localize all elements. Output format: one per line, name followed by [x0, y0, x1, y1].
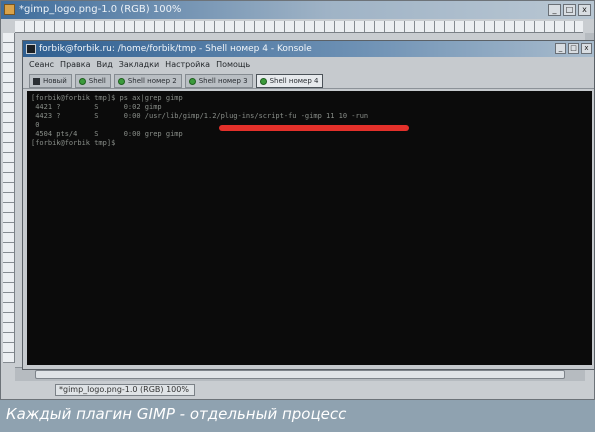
- minimize-button[interactable]: _: [548, 4, 561, 16]
- close-button[interactable]: x: [578, 4, 591, 16]
- status-text: *gimp_logo.png-1.0 (RGB) 100%: [55, 384, 195, 396]
- gimp-window-titlebar[interactable]: *gimp_logo.png-1.0 (RGB) 100% _ □ x: [1, 1, 594, 19]
- new-session-icon: [33, 77, 40, 85]
- horizontal-ruler[interactable]: [15, 21, 583, 33]
- terminal-icon: [26, 44, 36, 54]
- tab-shell-3[interactable]: Shell номер 3: [184, 74, 253, 88]
- konsole-maximize-button[interactable]: □: [568, 43, 579, 54]
- gimp-window-title: *gimp_logo.png-1.0 (RGB) 100%: [19, 4, 182, 15]
- konsole-minimize-button[interactable]: _: [555, 43, 566, 54]
- menu-edit[interactable]: Правка: [60, 58, 90, 72]
- konsole-window-controls: _ □ x: [555, 43, 592, 54]
- figure-caption: Каждый плагин GIMP - отдельный процесс: [0, 400, 595, 432]
- terminal-line: [forbik@forbik tmp]$ ps ax|grep gimp: [31, 94, 183, 102]
- konsole-menubar: Сеанс Правка Вид Закладки Настройка Помо…: [23, 58, 594, 72]
- menu-session[interactable]: Сеанс: [29, 58, 54, 72]
- konsole-title: forbik@forbik.ru: /home/forbik/tmp - She…: [39, 44, 312, 54]
- konsole-titlebar[interactable]: forbik@forbik.ru: /home/forbik/tmp - She…: [23, 41, 594, 57]
- menu-settings[interactable]: Настройка: [165, 58, 210, 72]
- highlight-underline: [219, 125, 409, 131]
- gimp-window-controls: _ □ x: [548, 4, 591, 16]
- gimp-status-bar: *gimp_logo.png-1.0 (RGB) 100%: [15, 381, 585, 399]
- shell-icon: [188, 77, 196, 85]
- menu-help[interactable]: Помощь: [216, 58, 250, 72]
- horizontal-scrollbar-thumb[interactable]: [35, 370, 565, 379]
- tab-shell-4[interactable]: Shell номер 4: [255, 74, 324, 88]
- konsole-close-button[interactable]: x: [581, 43, 592, 54]
- tab-label: Shell номер 2: [127, 77, 177, 85]
- tab-new-session[interactable]: Новый: [29, 74, 72, 88]
- konsole-window: forbik@forbik.ru: /home/forbik/tmp - She…: [22, 40, 595, 370]
- shell-icon: [78, 77, 86, 85]
- tab-label: Shell номер 4: [269, 77, 319, 85]
- gimp-app-icon: [4, 4, 15, 15]
- menu-bookmarks[interactable]: Закладки: [119, 58, 159, 72]
- tab-label: Новый: [43, 77, 67, 85]
- konsole-tab-bar: Новый Shell Shell номер 2 Shell номер 3 …: [23, 73, 594, 89]
- shell-icon: [259, 77, 267, 85]
- shell-icon: [117, 77, 125, 85]
- vertical-ruler[interactable]: [3, 33, 15, 363]
- maximize-button[interactable]: □: [563, 4, 576, 16]
- terminal-line: 4504 pts/4 S 0:00 grep gimp: [31, 130, 183, 138]
- tab-shell-1[interactable]: Shell: [74, 74, 111, 88]
- menu-view[interactable]: Вид: [97, 58, 113, 72]
- tab-label: Shell номер 3: [198, 77, 248, 85]
- terminal-output[interactable]: [forbik@forbik tmp]$ ps ax|grep gimp 442…: [27, 91, 592, 365]
- terminal-line: [forbik@forbik tmp]$: [31, 139, 120, 147]
- terminal-line: 4423 ? S 0:00 /usr/lib/gimp/1.2/plug-ins…: [31, 112, 369, 120]
- tab-label: Shell: [88, 77, 106, 85]
- tab-shell-2[interactable]: Shell номер 2: [113, 74, 182, 88]
- terminal-line: 4421 ? S 0:02 gimp: [31, 103, 162, 111]
